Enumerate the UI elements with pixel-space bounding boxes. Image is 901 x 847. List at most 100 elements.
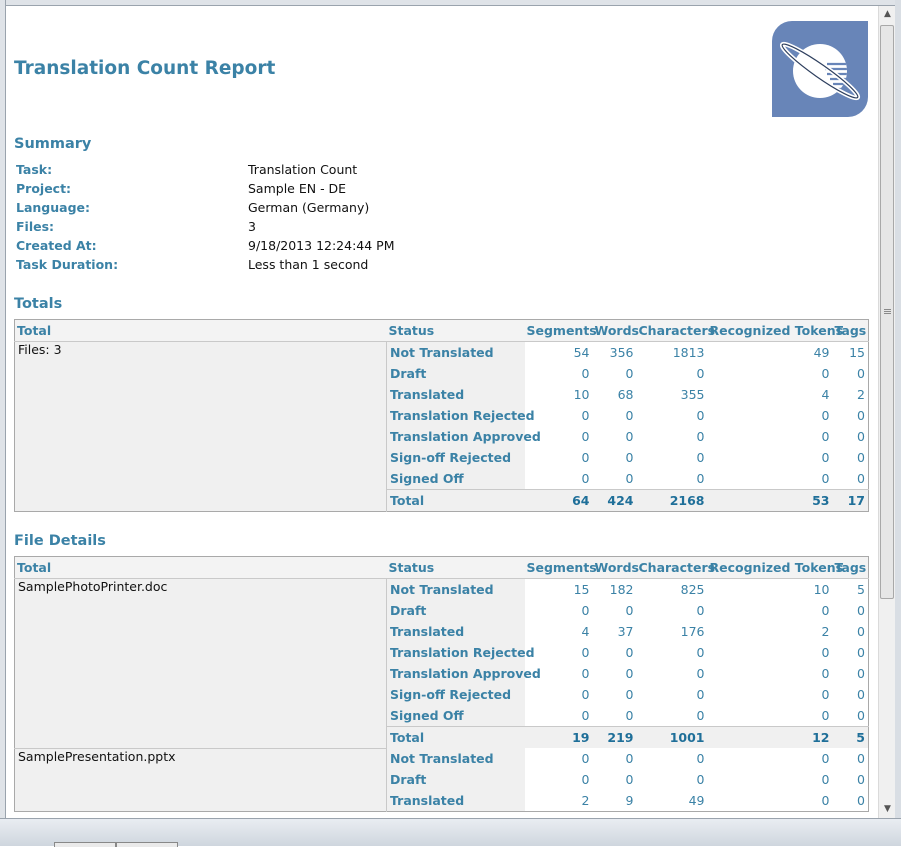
characters-cell: 0: [696, 645, 705, 660]
characters-cell: 49: [688, 793, 705, 808]
words-cell: 182: [609, 582, 634, 597]
characters-cell: 1001: [636, 726, 708, 748]
report-title: Translation Count Report: [14, 58, 276, 79]
status-cell: Draft: [386, 363, 525, 384]
table-header-row: Total Status Segments Words Characters R…: [14, 556, 869, 579]
col-header-segments: Segments: [524, 319, 597, 342]
window-bottom-bar: [0, 818, 901, 847]
tokens-cell: 4: [821, 387, 830, 402]
segments-cell: 0: [581, 471, 590, 486]
summary-label-created: Created At:: [16, 238, 97, 253]
characters-cell: 0: [696, 666, 705, 681]
segments-cell: 64: [524, 489, 593, 512]
tags-cell: 0: [857, 666, 865, 681]
segments-cell: 10: [573, 387, 590, 402]
col-header-characters: Characters: [636, 556, 715, 579]
table-header-row: Total Status Segments Words Characters R…: [14, 319, 869, 342]
words-cell: 219: [592, 726, 637, 748]
summary-label-task: Task:: [16, 162, 53, 177]
file-details-heading: File Details: [14, 533, 106, 549]
tags-cell: 0: [857, 366, 865, 381]
totals-table: Total Status Segments Words Characters R…: [14, 319, 869, 512]
words-cell: 0: [625, 708, 634, 723]
words-cell: 0: [625, 471, 634, 486]
status-cell: Sign-off Rejected: [386, 447, 525, 468]
tags-cell: 5: [832, 726, 869, 748]
vertical-scrollbar[interactable]: ▲ ▼: [878, 6, 896, 818]
status-cell: Translation Rejected: [386, 642, 535, 663]
words-cell: 0: [625, 408, 634, 423]
status-cell: Signed Off: [386, 705, 525, 727]
summary-value-project: Sample EN - DE: [248, 181, 347, 196]
tokens-cell: 0: [821, 751, 830, 766]
summary-value-created: 9/18/2013 12:24:44 PM: [248, 238, 395, 253]
characters-cell: 0: [696, 751, 705, 766]
characters-cell: 1813: [672, 345, 705, 360]
tokens-cell: 0: [821, 471, 830, 486]
segments-cell: 15: [573, 582, 590, 597]
words-cell: 0: [625, 645, 634, 660]
summary-label-duration: Task Duration:: [16, 257, 119, 272]
tokens-cell: 0: [821, 450, 830, 465]
segments-cell: 0: [581, 708, 590, 723]
grip-icon: [884, 309, 891, 315]
segments-cell: 0: [581, 408, 590, 423]
words-cell: 0: [625, 450, 634, 465]
scrollbar-thumb[interactable]: [880, 25, 894, 599]
file-name-cell: SamplePresentation.pptx: [14, 747, 387, 812]
tags-cell: 0: [857, 793, 865, 808]
status-cell: Sign-off Rejected: [386, 684, 525, 705]
words-cell: 0: [625, 429, 634, 444]
table-row: SamplePhotoPrinter.doc Not Translated 15 18…: [14, 578, 869, 748]
tags-cell: 0: [857, 772, 865, 787]
status-cell: Total: [386, 489, 525, 512]
table-row: Files: 3 Not Translated 54 356 1813 49 15: [14, 341, 869, 512]
words-cell: 0: [625, 666, 634, 681]
segments-cell: 0: [581, 603, 590, 618]
tags-cell: 0: [857, 603, 865, 618]
tokens-cell: 0: [821, 666, 830, 681]
status-cell: Translated: [386, 384, 525, 405]
col-header-tags: Tags: [832, 319, 869, 342]
tags-cell: 0: [857, 687, 865, 702]
col-header-tokens: Recognized Tokens: [707, 556, 843, 579]
summary-value-duration: Less than 1 second: [248, 257, 369, 272]
segments-cell: 0: [581, 687, 590, 702]
summary-value-language: German (Germany): [248, 200, 370, 215]
segments-cell: 2: [581, 793, 590, 808]
arrow-up-icon[interactable]: ▲: [879, 6, 896, 23]
tokens-cell: 0: [821, 793, 830, 808]
tokens-cell: 53: [707, 489, 833, 512]
tokens-cell: 0: [821, 708, 830, 723]
status-cell: Signed Off: [386, 468, 525, 490]
characters-cell: 0: [696, 471, 705, 486]
tags-cell: 15: [849, 345, 865, 360]
file-name-cell: SamplePhotoPrinter.doc: [14, 578, 387, 748]
words-cell: 356: [609, 345, 634, 360]
summary-label-files: Files:: [16, 219, 55, 234]
tags-cell: 0: [857, 408, 865, 423]
segments-cell: 0: [581, 772, 590, 787]
tags-cell: 0: [857, 645, 865, 660]
words-cell: 0: [625, 603, 634, 618]
planet-logo-icon: [772, 21, 868, 117]
tokens-cell: 0: [821, 687, 830, 702]
words-cell: 0: [625, 366, 634, 381]
segments-cell: 0: [581, 645, 590, 660]
status-cell: Draft: [386, 600, 525, 621]
file-name-cell: Files: 3: [14, 341, 387, 512]
words-cell: 0: [625, 687, 634, 702]
status-cell: Translated: [386, 790, 525, 812]
segments-cell: 0: [581, 366, 590, 381]
arrow-down-icon[interactable]: ▼: [879, 801, 896, 818]
segments-cell: 0: [581, 450, 590, 465]
characters-cell: 0: [696, 450, 705, 465]
segments-cell: 4: [581, 624, 590, 639]
tokens-cell: 0: [821, 408, 830, 423]
tags-cell: 0: [857, 708, 865, 723]
col-header-status: Status: [386, 319, 525, 342]
characters-cell: 355: [680, 387, 705, 402]
tags-cell: 0: [857, 450, 865, 465]
status-cell: Not Translated: [386, 341, 525, 363]
words-cell: 0: [625, 772, 634, 787]
